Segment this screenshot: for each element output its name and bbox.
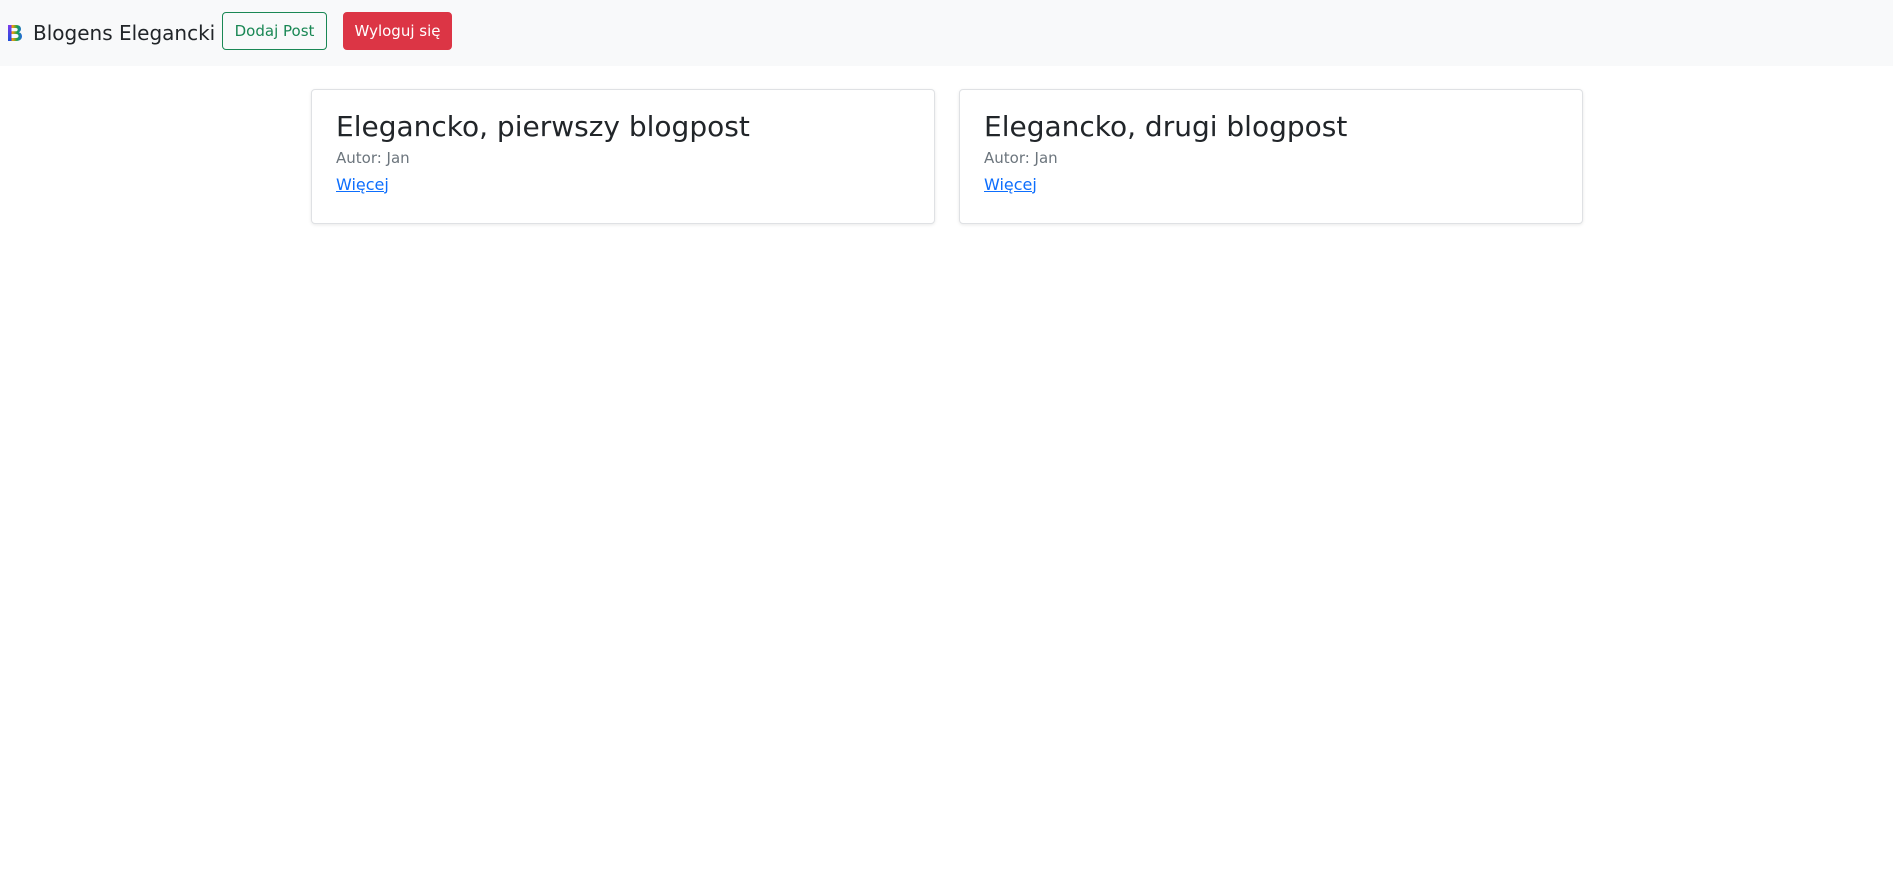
post-card: Elegancko, pierwszy blogpost Autor: Jan … [311, 89, 935, 224]
brand-title: Blogens Elegancki [33, 21, 216, 45]
post-card: Elegancko, drugi blogpost Autor: Jan Wię… [959, 89, 1583, 224]
top-navbar: Blogens Elegancki Dodaj Post Wyloguj się [0, 0, 1893, 66]
add-post-button[interactable]: Dodaj Post [222, 12, 327, 50]
post-author: Autor: Jan [984, 148, 1058, 167]
bootstrap-b-icon [8, 25, 22, 41]
post-title: Elegancko, drugi blogpost [984, 110, 1348, 143]
brand-link[interactable]: Blogens Elegancki [7, 21, 215, 45]
post-title: Elegancko, pierwszy blogpost [336, 110, 750, 143]
post-author: Autor: Jan [336, 148, 410, 167]
logout-button[interactable]: Wyloguj się [343, 12, 452, 50]
more-link[interactable]: Więcej [984, 175, 1037, 194]
more-link[interactable]: Więcej [336, 175, 389, 194]
